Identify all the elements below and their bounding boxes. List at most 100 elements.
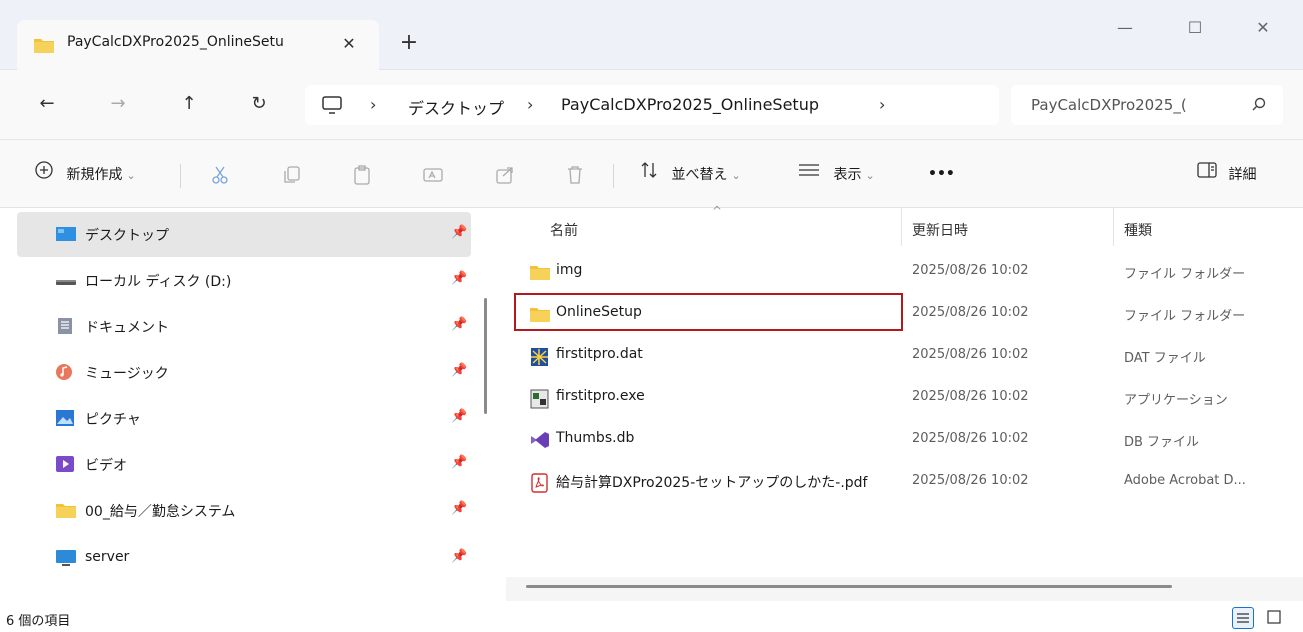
sidebar-item-documents[interactable]: ドキュメント 📌 [17,304,471,349]
file-date: 2025/08/26 10:02 [912,473,1029,488]
file-name: 給与計算DXPro2025-セットアップのしかた-.pdf [556,475,868,491]
file-list: ^ 名前 更新日時 種類 img 2025/08/26 10:02 ファイル フ… [500,204,1303,602]
file-name: img [556,262,583,278]
file-date: 2025/08/26 10:02 [912,431,1029,446]
status-bar: 6 個の項目 [0,602,1303,632]
sidebar-item-pictures[interactable]: ピクチャ 📌 [17,396,471,441]
details-pane-icon [1196,160,1218,190]
chevron-down-icon: ⌄ [731,169,741,182]
column-divider[interactable] [901,208,902,246]
selection-highlight [514,293,903,331]
new-button[interactable]: 新規作成 ⌄ [34,160,136,188]
pin-icon[interactable]: 📌 [451,363,467,378]
sidebar-item-label: デスクトップ [85,228,169,244]
column-divider[interactable] [1113,208,1114,246]
monitor-icon [55,549,76,567]
column-header-name[interactable]: 名前 [550,220,578,240]
new-label: 新規作成 [66,167,123,183]
exe-file-icon [529,389,551,409]
file-date: 2025/08/26 10:02 [912,389,1029,404]
file-type: DAT ファイル [1124,351,1206,366]
up-button[interactable]: ↑ [173,88,205,120]
folder-icon [33,36,55,58]
navigation-pane: デスクトップ 📌 ローカル ディスク (D:) 📌 ドキュメント 📌 ミュージッ… [0,208,485,602]
column-header-type[interactable]: 種類 [1124,220,1152,240]
tab-current[interactable]: PayCalcDXPro2025_OnlineSetu ✕ [17,20,379,70]
list-view-icon [797,160,821,190]
details-view-button[interactable] [1232,607,1254,629]
pin-icon[interactable]: 📌 [451,501,467,516]
file-row[interactable]: Thumbs.db 2025/08/26 10:02 DB ファイル [514,422,1287,458]
sidebar-item-local-disk[interactable]: ローカル ディスク (D:) 📌 [17,258,471,303]
address-bar: ← → ↑ ↻ › デスクトップ › PayCalcDXPro2025_Onli… [0,70,1303,140]
new-tab-button[interactable]: + [391,28,427,60]
tiles-view-button[interactable] [1264,607,1286,629]
forward-button[interactable]: → [102,88,134,120]
breadcrumb-separator[interactable]: › [879,95,885,114]
minimize-button[interactable]: — [1094,8,1156,48]
search-input[interactable]: PayCalcDXPro2025_( [1011,85,1283,125]
monitor-icon[interactable] [321,95,343,119]
back-button[interactable]: ← [31,88,63,120]
file-type: Adobe Acrobat D... [1124,473,1246,488]
pin-icon[interactable]: 📌 [451,271,467,286]
file-date: 2025/08/26 10:02 [912,305,1029,320]
sort-indicator: ^ [712,204,723,218]
sidebar-scrollbar[interactable] [484,298,487,414]
pin-icon[interactable]: 📌 [451,317,467,332]
music-icon [55,363,75,381]
rename-icon[interactable] [422,164,444,186]
sidebar-item-server[interactable]: server 📌 [17,536,471,581]
pin-icon[interactable]: 📌 [451,225,467,240]
desktop-icon [55,225,76,243]
tab-close-button[interactable]: ✕ [333,30,365,58]
pin-icon[interactable]: 📌 [451,455,467,470]
file-row[interactable]: img 2025/08/26 10:02 ファイル フォルダー [514,254,1287,290]
close-button[interactable]: ✕ [1232,8,1294,48]
breadcrumb-separator[interactable]: › [527,95,533,114]
pin-icon[interactable]: 📌 [451,409,467,424]
sort-label: 並べ替え [671,167,728,183]
view-button[interactable]: 表示 ⌄ [797,160,875,188]
folder-icon [55,501,76,519]
drive-icon [55,271,76,289]
horizontal-scrollbar[interactable] [526,585,1172,588]
breadcrumb[interactable]: › デスクトップ › PayCalcDXPro2025_OnlineSetup … [305,85,999,125]
file-row[interactable]: firstitpro.dat 2025/08/26 10:02 DAT ファイル [514,338,1287,374]
column-header-date[interactable]: 更新日時 [912,220,968,240]
maximize-button[interactable]: ☐ [1164,8,1226,48]
sidebar-item-videos[interactable]: ビデオ 📌 [17,442,471,487]
sidebar-item-payroll-folder[interactable]: 00_給与／勤怠システム 📌 [17,488,471,533]
file-type: アプリケーション [1124,393,1228,408]
plus-circle-icon [34,160,54,190]
sidebar-item-music[interactable]: ミュージック 📌 [17,350,471,395]
breadcrumb-separator[interactable]: › [370,95,376,114]
more-button[interactable]: ••• [928,160,955,188]
search-icon[interactable] [1251,96,1267,116]
dat-file-icon [529,347,551,366]
delete-icon[interactable] [564,164,586,186]
sidebar-item-desktop[interactable]: デスクトップ 📌 [17,212,471,257]
file-row[interactable]: 給与計算DXPro2025-セットアップのしかた-.pdf 2025/08/26… [514,464,1287,500]
copy-icon[interactable] [281,164,303,186]
sort-button[interactable]: 並べ替え ⌄ [639,160,741,188]
divider [180,164,181,188]
view-label: 表示 [833,167,862,183]
paste-icon[interactable] [351,164,373,186]
title-bar: PayCalcDXPro2025_OnlineSetu ✕ + — ☐ ✕ [0,0,1303,70]
sidebar-item-label: 00_給与／勤怠システム [85,504,236,520]
file-date: 2025/08/26 10:02 [912,347,1029,362]
share-icon[interactable] [494,164,516,186]
sort-icon [639,160,659,190]
pin-icon[interactable]: 📌 [451,549,467,564]
breadcrumb-desktop[interactable]: デスクトップ [408,95,504,119]
file-type: DB ファイル [1124,435,1200,450]
sidebar-item-label: ドキュメント [85,320,169,336]
breadcrumb-current[interactable]: PayCalcDXPro2025_OnlineSetup [561,95,819,114]
command-bar: 新規作成 ⌄ 並べ替え ⌄ 表示 ⌄ ••• 詳細 [0,140,1303,208]
cut-icon[interactable] [209,164,231,186]
horizontal-scroll-track[interactable] [506,577,1303,601]
refresh-button[interactable]: ↻ [243,88,275,120]
details-pane-button[interactable]: 詳細 [1196,160,1256,188]
file-row[interactable]: firstitpro.exe 2025/08/26 10:02 アプリケーション [514,380,1287,416]
